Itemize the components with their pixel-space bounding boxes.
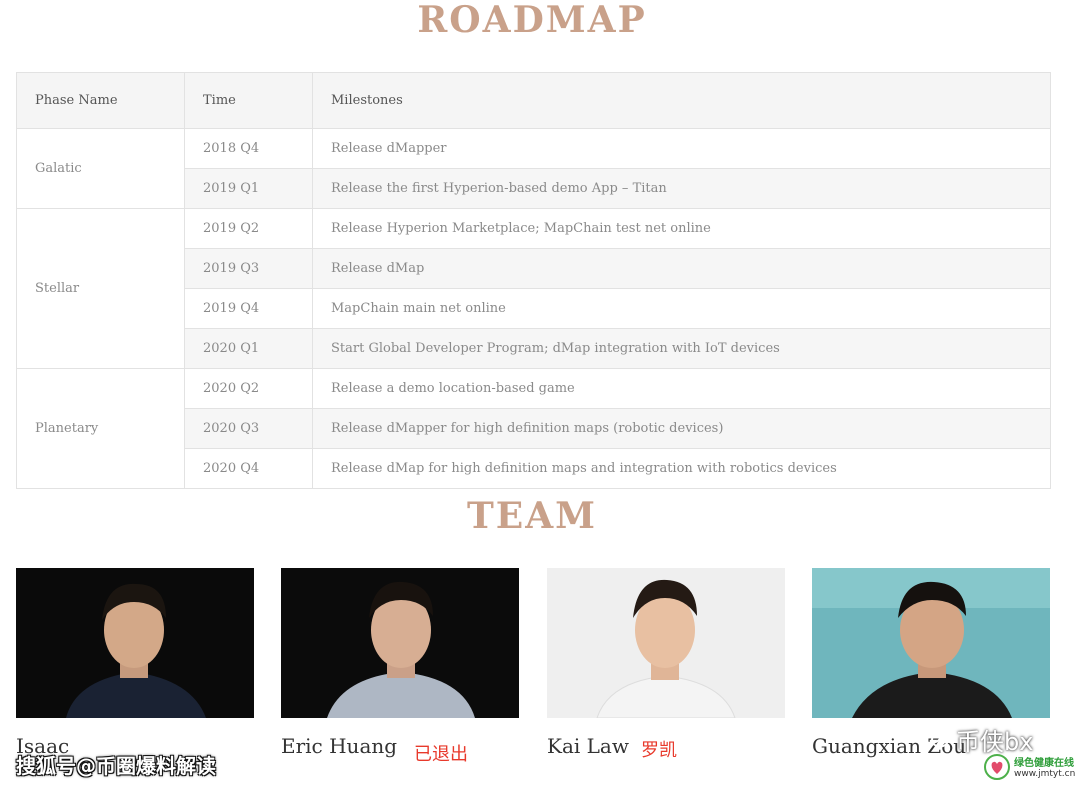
roadmap-title: ROADMAP — [417, 0, 647, 41]
time-cell: 2020 Q3 — [184, 408, 313, 449]
phase-name-cell: Galatic — [16, 128, 185, 209]
team-member-card: Eric Huang 已退出 — [281, 568, 519, 765]
phase-name-cell: Stellar — [16, 208, 185, 369]
time-cell: 2020 Q1 — [184, 328, 313, 369]
milestone-cell: Release dMap — [312, 248, 1051, 289]
team-member-card: Isaac — [16, 568, 254, 758]
team-member-card: Guangxian Zou — [812, 568, 1050, 758]
time-cell: 2019 Q3 — [184, 248, 313, 289]
roadmap-table: Phase Name Time Milestones Galatic 2018 … — [16, 72, 1051, 489]
time-cell: 2020 Q4 — [184, 448, 313, 489]
milestone-cell: Release dMapper for high definition maps… — [312, 408, 1051, 449]
header-time: Time — [184, 72, 313, 129]
watermark-logo: 绿色健康在线 www.jmtyt.cn — [984, 754, 1075, 784]
member-note: 已退出 — [414, 744, 468, 765]
table-row: Stellar 2019 Q2 Release Hyperion Marketp… — [16, 208, 1051, 369]
time-cell: 2019 Q1 — [184, 168, 313, 209]
watermark-left: 搜狐号@币圈爆料解读 — [16, 754, 216, 778]
time-cell: 2019 Q2 — [184, 208, 313, 249]
time-cell: 2020 Q2 — [184, 368, 313, 409]
header-phase-name: Phase Name — [16, 72, 185, 129]
watermark-logo-text: 绿色健康在线 — [1014, 758, 1074, 769]
time-cell: 2019 Q4 — [184, 288, 313, 329]
watermark-right-text: 币侠bx — [956, 728, 1034, 756]
milestone-cell: MapChain main net online — [312, 288, 1051, 329]
header-milestones: Milestones — [312, 72, 1051, 129]
milestone-cell: Release dMap for high definition maps an… — [312, 448, 1051, 489]
wechat-icon — [920, 725, 950, 755]
milestone-cell: Release Hyperion Marketplace; MapChain t… — [312, 208, 1051, 249]
portrait-photo — [547, 568, 785, 718]
milestone-cell: Release dMapper — [312, 128, 1051, 169]
phase-name-cell: Planetary — [16, 368, 185, 489]
milestone-cell: Release the first Hyperion-based demo Ap… — [312, 168, 1051, 209]
portrait-photo — [16, 568, 254, 718]
member-name: Eric Huang — [281, 734, 398, 758]
table-row: Galatic 2018 Q4 Release dMapper — [16, 128, 1051, 209]
roadmap-header-row: Phase Name Time Milestones — [16, 72, 1051, 129]
member-name: Kai Law — [547, 734, 629, 758]
portrait-photo — [281, 568, 519, 718]
milestone-cell: Start Global Developer Program; dMap int… — [312, 328, 1051, 369]
team-member-card: Kai Law 罗凯 — [547, 568, 785, 761]
milestone-cell: Release a demo location-based game — [312, 368, 1051, 409]
table-row: Planetary 2020 Q2 Release a demo locatio… — [16, 368, 1051, 489]
team-title: TEAM — [466, 495, 597, 537]
watermark-right: 币侠bx — [920, 722, 1033, 757]
watermark-logo-url: www.jmtyt.cn — [1014, 769, 1076, 779]
member-note: 罗凯 — [641, 740, 677, 761]
time-cell: 2018 Q4 — [184, 128, 313, 169]
portrait-photo — [812, 568, 1050, 718]
heart-leaf-icon — [984, 754, 1010, 784]
